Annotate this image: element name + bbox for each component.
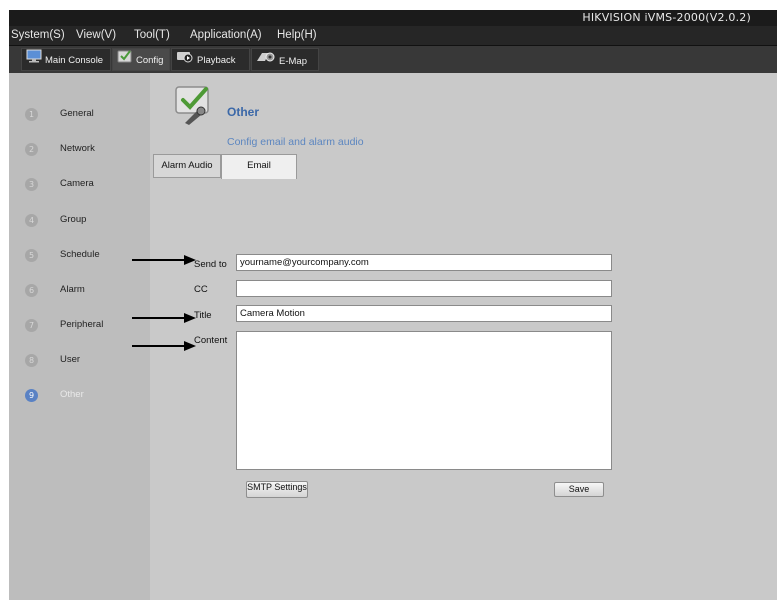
step-number: 8 (25, 354, 38, 367)
playback-camera-icon (176, 49, 194, 72)
sidebar-item-group[interactable]: 4 Group (25, 213, 145, 231)
step-number: 7 (25, 319, 38, 332)
sidebar-item-schedule[interactable]: 5 Schedule (25, 248, 145, 266)
sidebar-item-general[interactable]: 1 General (25, 107, 145, 125)
sidebar-item-user[interactable]: 8 User (25, 353, 145, 371)
menu-tool[interactable]: Tool(T) (134, 29, 170, 41)
sidebar-item-camera[interactable]: 3 Camera (25, 177, 145, 195)
menu-help[interactable]: Help(H) (277, 29, 317, 41)
step-number: 1 (25, 108, 38, 121)
config-check-icon (173, 83, 213, 125)
app-window: HIKVISION iVMS-2000(V2.0.2) System(S) Vi… (9, 10, 777, 600)
sidebar-item-other[interactable]: 9 Other (25, 388, 145, 406)
menu-system[interactable]: System(S) (11, 29, 65, 41)
sidebar-item-label: User (60, 354, 81, 365)
step-number: 2 (25, 143, 38, 156)
sidebar-item-peripheral[interactable]: 7 Peripheral (25, 318, 145, 336)
send-to-label: Send to (194, 259, 227, 270)
module-toolbar: Main Console Config Playback E-Map (9, 46, 777, 73)
step-number: 9 (25, 389, 38, 402)
smtp-settings-button[interactable]: SMTP Settings (246, 481, 308, 498)
menu-application[interactable]: Application(A) (190, 29, 262, 41)
cc-label: CC (194, 284, 208, 295)
step-number: 3 (25, 178, 38, 191)
page-subtitle: Config email and alarm audio (227, 136, 364, 148)
main-panel: Other Config email and alarm audio Alarm… (132, 73, 777, 600)
tab-email[interactable]: Email (221, 154, 297, 179)
sidebar-item-network[interactable]: 2 Network (25, 142, 145, 160)
sidebar-item-alarm[interactable]: 6 Alarm (25, 283, 145, 301)
sidebar-item-label: General (60, 108, 94, 119)
config-sidebar: 1 General 2 Network 3 Camera 4 Group 5 S… (9, 73, 150, 600)
step-number: 5 (25, 249, 38, 262)
sidebar-item-label: Alarm (60, 284, 85, 295)
tab-playback-label: Playback (197, 55, 236, 67)
annotation-arrow-icon (132, 313, 196, 323)
content-field[interactable] (236, 331, 612, 470)
tab-config-label: Config (136, 55, 164, 67)
sidebar-item-label: Camera (60, 178, 94, 189)
sidebar-item-label: Other (60, 389, 84, 400)
title-bar: HIKVISION iVMS-2000(V2.0.2) (9, 10, 777, 26)
tab-alarm-audio[interactable]: Alarm Audio (153, 154, 221, 178)
tab-main-console[interactable]: Main Console (21, 48, 111, 71)
step-number: 4 (25, 214, 38, 227)
save-button[interactable]: Save (554, 482, 604, 497)
step-number: 6 (25, 284, 38, 297)
sidebar-item-label: Group (60, 214, 87, 225)
menu-bar: System(S) View(V) Tool(T) Application(A)… (9, 26, 777, 46)
sidebar-item-label: Schedule (60, 249, 100, 260)
title-field[interactable] (236, 305, 612, 322)
app-title: HIKVISION iVMS-2000(V2.0.2) (582, 11, 751, 24)
menu-view[interactable]: View(V) (76, 29, 116, 41)
annotation-arrow-icon (132, 341, 196, 351)
emap-gear-icon (256, 49, 276, 74)
config-check-icon (117, 49, 133, 72)
title-label: Title (194, 310, 212, 321)
tab-playback[interactable]: Playback (171, 48, 250, 71)
send-to-field[interactable] (236, 254, 612, 271)
sidebar-item-label: Peripheral (60, 319, 104, 330)
tab-emap-label: E-Map (279, 56, 307, 68)
sidebar-item-label: Network (60, 143, 95, 154)
cc-field[interactable] (236, 280, 612, 297)
annotation-arrow-icon (132, 255, 196, 265)
tab-emap[interactable]: E-Map (251, 48, 319, 71)
tab-config[interactable]: Config (112, 48, 170, 71)
page-title: Other (227, 105, 260, 119)
content-label: Content (194, 335, 228, 346)
tab-main-console-label: Main Console (45, 55, 104, 67)
monitor-icon (26, 49, 42, 72)
